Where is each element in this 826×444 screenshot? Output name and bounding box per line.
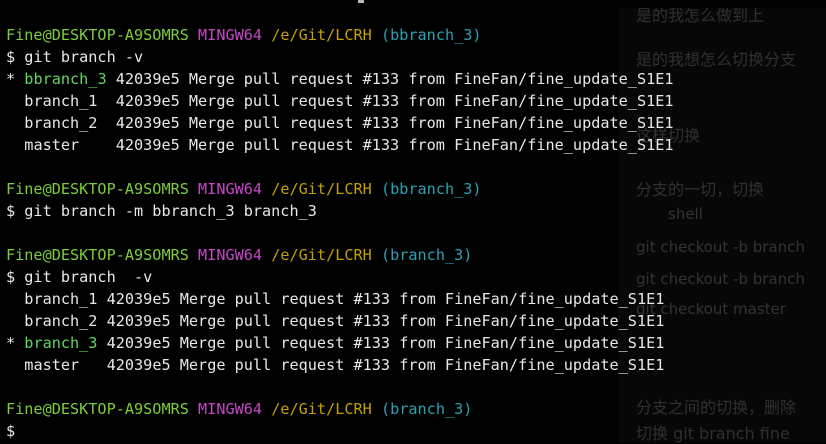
- prompt-path: /e/Git/LCRH: [271, 26, 372, 44]
- branch-commit: 42039e5 Merge pull request #133 from Fin…: [106, 312, 665, 330]
- prompt-branch: (branch_3): [380, 400, 473, 418]
- branch-commit: 42039e5 Merge pull request #133 from Fin…: [106, 290, 665, 308]
- prompt-user-host: Fine@DESKTOP-A9SOMRS: [6, 180, 189, 198]
- prompt-branch: (bbranch_3): [380, 180, 482, 198]
- branch-row: master 42039e5 Merge pull request #133 f…: [6, 354, 664, 376]
- branch-name: master: [24, 136, 80, 154]
- branch-row: * branch_3 42039e5 Merge pull request #1…: [6, 332, 664, 354]
- prompt-user-host: Fine@DESKTOP-A9SOMRS: [6, 246, 189, 264]
- current-marker: *: [6, 334, 25, 352]
- current-marker: *: [6, 70, 25, 88]
- current-marker: [6, 136, 24, 154]
- terminal-window[interactable]: Fine@DESKTOP-A9SOMRS MINGW64 /e/Git/LCRH…: [0, 0, 826, 443]
- prompt-line: Fine@DESKTOP-A9SOMRS MINGW64 /e/Git/LCRH…: [6, 24, 482, 46]
- prompt-shell: MINGW64: [198, 400, 263, 418]
- command-line: $ git branch -v: [6, 48, 144, 66]
- scroll-marker: [358, 0, 364, 3]
- prompt-path: /e/Git/LCRH: [271, 180, 372, 198]
- branch-commit: 42039e5 Merge pull request #133 from Fin…: [115, 92, 674, 110]
- prompt-shell: MINGW64: [198, 180, 263, 198]
- branch-name: branch_3: [24, 334, 98, 352]
- prompt-line: Fine@DESKTOP-A9SOMRS MINGW64 /e/Git/LCRH…: [6, 178, 482, 200]
- branch-name: branch_1: [24, 92, 98, 110]
- branch-row: master 42039e5 Merge pull request #133 f…: [6, 134, 674, 156]
- prompt-branch: (branch_3): [380, 246, 473, 264]
- prompt-branch: (bbranch_3): [380, 26, 482, 44]
- branch-row: branch_1 42039e5 Merge pull request #133…: [6, 288, 664, 310]
- command-input-line[interactable]: $: [6, 420, 15, 442]
- text-cursor: [16, 424, 25, 441]
- current-marker: [6, 290, 24, 308]
- branch-name: branch_2: [24, 114, 98, 132]
- prompt-shell: MINGW64: [198, 246, 263, 264]
- branch-commit: 42039e5 Merge pull request #133 from Fin…: [106, 356, 665, 374]
- branch-commit: 42039e5 Merge pull request #133 from Fin…: [115, 114, 674, 132]
- branch-name: bbranch_3: [24, 70, 107, 88]
- prompt-line: Fine@DESKTOP-A9SOMRS MINGW64 /e/Git/LCRH…: [6, 398, 472, 420]
- branch-row: branch_1 42039e5 Merge pull request #133…: [6, 90, 674, 112]
- prompt-line: Fine@DESKTOP-A9SOMRS MINGW64 /e/Git/LCRH…: [6, 244, 472, 266]
- command-line: $ git branch -m bbranch_3 branch_3: [6, 202, 317, 220]
- prompt-path: /e/Git/LCRH: [271, 400, 372, 418]
- branch-name: branch_1: [24, 290, 98, 308]
- current-marker: [6, 114, 24, 132]
- current-marker: [6, 92, 24, 110]
- branch-row: * bbranch_3 42039e5 Merge pull request #…: [6, 68, 674, 90]
- current-marker: [6, 356, 24, 374]
- branch-name: master: [24, 356, 80, 374]
- prompt-path: /e/Git/LCRH: [271, 246, 372, 264]
- branch-name: branch_2: [24, 312, 98, 330]
- current-marker: [6, 312, 24, 330]
- branch-row: branch_2 42039e5 Merge pull request #133…: [6, 310, 664, 332]
- prompt-user-host: Fine@DESKTOP-A9SOMRS: [6, 400, 189, 418]
- branch-commit: 42039e5 Merge pull request #133 from Fin…: [115, 136, 674, 154]
- command-line: $ git branch -v: [6, 268, 153, 286]
- prompt-shell: MINGW64: [198, 26, 263, 44]
- branch-commit: 42039e5 Merge pull request #133 from Fin…: [115, 70, 674, 88]
- prompt-user-host: Fine@DESKTOP-A9SOMRS: [6, 26, 189, 44]
- branch-row: branch_2 42039e5 Merge pull request #133…: [6, 112, 674, 134]
- branch-commit: 42039e5 Merge pull request #133 from Fin…: [106, 334, 665, 352]
- terminal-top-edge: [0, 0, 826, 8]
